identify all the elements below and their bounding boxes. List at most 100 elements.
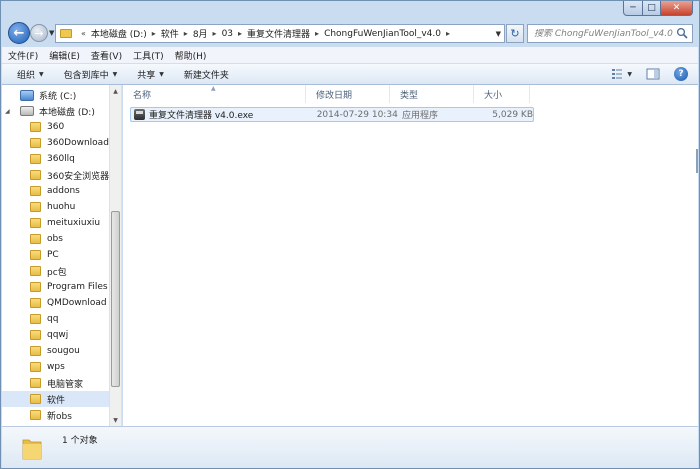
menu-item[interactable]: 查看(V): [91, 49, 122, 62]
explorer-window: ─ □ ✕ ← → ▼ « 本地磁盘 (D:) ▸ 软件 ▸ 8月 ▸ 03 ▸ 重复文件清理器…: [0, 0, 700, 469]
tree-item-folder[interactable]: wps: [2, 359, 109, 375]
folder-icon: [30, 314, 41, 324]
menu-item[interactable]: 编辑(E): [49, 49, 80, 62]
forward-button[interactable]: →: [30, 24, 48, 42]
tree-item-folder[interactable]: addons: [2, 183, 109, 199]
breadcrumb: « 本地磁盘 (D:) ▸ 软件 ▸ 8月 ▸ 03 ▸ 重复文件清理器 ▸ ChongFuWenJ…: [76, 27, 455, 41]
file-row[interactable]: 重复文件清理器 v4.0.exe 2014-07-29 10:34 应用程序 5…: [130, 107, 534, 122]
folder-icon: [30, 266, 41, 276]
tree-item-folder[interactable]: 电脑管家: [2, 375, 109, 391]
column-label: 名称: [133, 90, 152, 101]
breadcrumb-separator-icon[interactable]: ▸: [446, 29, 450, 38]
recent-pages-chevron-icon[interactable]: ▼: [49, 29, 54, 37]
tree-item-label: obs: [47, 234, 63, 244]
scroll-up-icon[interactable]: ▲: [110, 85, 121, 97]
search-icon[interactable]: [676, 27, 688, 39]
address-dropdown-chevron-icon[interactable]: ▼: [496, 30, 501, 38]
tree-item-folder[interactable]: Program Files: [2, 279, 109, 295]
help-icon[interactable]: ?: [674, 67, 688, 81]
refresh-button[interactable]: ↻: [506, 24, 524, 43]
new-folder-button[interactable]: 新建文件夹: [184, 68, 229, 81]
folder-icon: [30, 346, 41, 356]
tree-item-folder[interactable]: QMDownload: [2, 295, 109, 311]
tree-item-label: 360Downloads: [47, 138, 114, 148]
file-date: 2014-07-29 10:34: [316, 109, 398, 120]
breadcrumb-separator-icon[interactable]: ▸: [238, 29, 242, 38]
tree-item-label: 系统 (C:): [39, 91, 77, 102]
details-pane: 1 个对象: [2, 426, 698, 468]
folder-icon: [30, 234, 41, 244]
tree-item-folder[interactable]: PC: [2, 247, 109, 263]
file-list-pane: 名称 ▲ 修改日期 类型 大小 重复文件清理器 v4.0.exe 2014-07…: [123, 85, 698, 426]
column-header-name[interactable]: 名称 ▲: [123, 85, 306, 103]
address-row: ← → ▼ « 本地磁盘 (D:) ▸ 软件 ▸ 8月 ▸ 03 ▸ 重复文件清理器 ▸ Chong…: [1, 19, 699, 47]
folder-icon: [30, 282, 41, 292]
tree-item-label: addons: [47, 186, 80, 196]
breadcrumb-item[interactable]: 重复文件清理器: [247, 27, 310, 40]
organize-label: 组织: [17, 70, 36, 81]
tree-item-drive-d[interactable]: ◢ 本地磁盘 (D:): [2, 103, 109, 119]
tree-item-folder[interactable]: 360安全浏览器: [2, 167, 109, 183]
tree-item-folder[interactable]: huohu: [2, 199, 109, 215]
tree-item-drive-c[interactable]: 系统 (C:): [2, 87, 109, 103]
column-header-size[interactable]: 大小: [474, 85, 530, 103]
breadcrumb-overflow-icon[interactable]: «: [81, 29, 86, 38]
view-options-icon[interactable]: [611, 67, 625, 81]
maximize-button[interactable]: □: [643, 1, 661, 16]
folder-icon: [30, 218, 41, 228]
tree-item-folder[interactable]: meituxiuxiu: [2, 215, 109, 231]
tree-item-folder[interactable]: 新obs: [2, 407, 109, 423]
minimize-button[interactable]: ─: [623, 1, 643, 16]
application-icon: [134, 109, 145, 120]
scroll-thumb[interactable]: [111, 211, 120, 387]
tree-item-label: 360: [47, 122, 65, 132]
menu-item[interactable]: 工具(T): [133, 49, 164, 62]
tree-item-folder[interactable]: sougou: [2, 343, 109, 359]
breadcrumb-separator-icon[interactable]: ▸: [184, 29, 188, 38]
tree-item-label: Program Files: [47, 282, 108, 292]
nav-scrollbar[interactable]: ▲ ▼: [109, 85, 121, 426]
tree-item-folder[interactable]: obs: [2, 231, 109, 247]
folder-icon: [60, 29, 72, 38]
window-controls: ─ □ ✕: [623, 1, 693, 16]
breadcrumb-item[interactable]: 8月: [193, 27, 208, 40]
tree-item-label: PC: [47, 250, 59, 260]
breadcrumb-item[interactable]: 本地磁盘 (D:): [91, 27, 147, 40]
breadcrumb-item[interactable]: 软件: [161, 27, 179, 40]
tree-item-label: sougou: [47, 346, 80, 356]
view-chevron-down-icon[interactable]: ▼: [627, 71, 632, 78]
share-button[interactable]: 共享 ▼: [137, 68, 164, 81]
folder-icon: [30, 202, 41, 212]
breadcrumb-separator-icon[interactable]: ▸: [213, 29, 217, 38]
back-button[interactable]: ←: [8, 22, 30, 44]
column-header-type[interactable]: 类型: [390, 85, 474, 103]
tree-item-folder[interactable]: qq: [2, 311, 109, 327]
tree-item-folder[interactable]: 软件: [2, 391, 109, 407]
tree-item-folder[interactable]: 360Downloads: [2, 135, 114, 151]
breadcrumb-separator-icon[interactable]: ▸: [152, 29, 156, 38]
folder-icon: [30, 250, 41, 260]
menu-item[interactable]: 帮助(H): [175, 49, 207, 62]
search-input[interactable]: [534, 28, 674, 39]
tree-item-folder[interactable]: 360: [2, 119, 109, 135]
folder-icon: [30, 394, 41, 404]
breadcrumb-item[interactable]: ChongFuWenJianTool_v4.0: [324, 29, 441, 39]
search-box: [527, 24, 693, 43]
organize-button[interactable]: 组织 ▼: [17, 68, 44, 81]
tree-item-folder[interactable]: qqwj: [2, 327, 109, 343]
tree-collapse-icon[interactable]: ◢: [5, 108, 13, 115]
menu-bar: 文件(F) 编辑(E) 查看(V) 工具(T) 帮助(H): [2, 47, 698, 64]
tree-item-folder[interactable]: pc包: [2, 263, 109, 279]
address-bar[interactable]: « 本地磁盘 (D:) ▸ 软件 ▸ 8月 ▸ 03 ▸ 重复文件清理器 ▸ ChongFuWenJ…: [55, 24, 505, 43]
tree-item-folder[interactable]: 360llq: [2, 151, 109, 167]
scroll-down-icon[interactable]: ▼: [110, 414, 121, 426]
command-bar: 组织 ▼ 包含到库中 ▼ 共享 ▼ 新建文件夹 ▼ ?: [2, 64, 698, 85]
menu-item[interactable]: 文件(F): [8, 49, 38, 62]
breadcrumb-item[interactable]: 03: [222, 29, 233, 39]
resize-grip[interactable]: [696, 149, 698, 173]
column-header-date[interactable]: 修改日期: [306, 85, 390, 103]
breadcrumb-separator-icon[interactable]: ▸: [315, 29, 319, 38]
preview-pane-icon[interactable]: [646, 67, 660, 81]
close-button[interactable]: ✕: [661, 1, 693, 16]
include-in-library-button[interactable]: 包含到库中 ▼: [64, 68, 118, 81]
